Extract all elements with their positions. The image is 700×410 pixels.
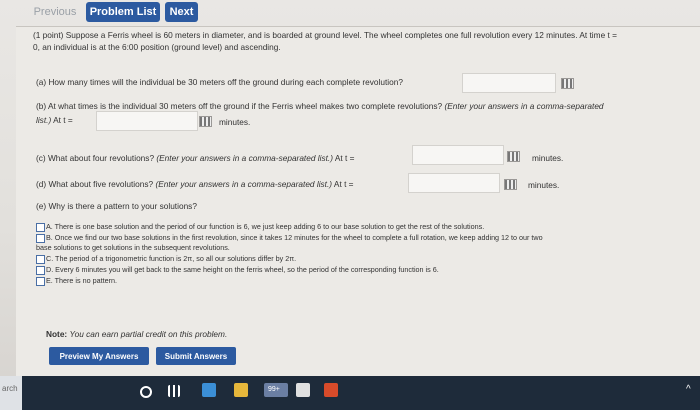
next-button[interactable]: Next <box>165 2 198 22</box>
preview-answers-button[interactable]: Preview My Answers <box>49 347 149 365</box>
problem-panel: (1 point) Suppose a Ferris wheel is 60 m… <box>16 26 700 377</box>
submit-answers-button[interactable]: Submit Answers <box>156 347 236 365</box>
store-icon[interactable] <box>296 383 310 397</box>
part-b-answer-input[interactable] <box>96 111 198 131</box>
cortana-icon[interactable] <box>140 386 152 398</box>
choice-a-checkbox[interactable] <box>36 223 45 232</box>
previous-button[interactable]: Previous <box>30 2 80 22</box>
part-c-at-t: At t = <box>334 153 355 163</box>
choice-d-label: D. Every 6 minutes you will get back to … <box>46 265 439 274</box>
part-c-unit: minutes. <box>532 153 564 163</box>
part-b-hint-end: list.) <box>36 115 52 125</box>
answer-palette-icon[interactable] <box>561 78 574 89</box>
part-b-at-t: At t = <box>53 115 73 125</box>
part-a-question: (a) How many times will the individual b… <box>36 77 403 87</box>
part-b-unit: minutes. <box>219 117 251 127</box>
part-b-hint: (Enter your answers in a comma-separated <box>444 101 604 111</box>
problem-text-line2: 0, an individual is at the 6:00 position… <box>33 42 281 52</box>
choice-b-checkbox[interactable] <box>36 234 45 243</box>
part-a-answer-input[interactable] <box>462 73 556 93</box>
choice-d-checkbox[interactable] <box>36 266 45 275</box>
answer-palette-icon[interactable] <box>507 151 520 162</box>
part-c-hint: (Enter your answers in a comma-separated… <box>156 153 333 163</box>
task-view-icon[interactable] <box>168 385 180 397</box>
webwork-page: Previous Problem List Next (1 point) Sup… <box>0 0 700 377</box>
mail-badge: 99+ <box>268 386 280 393</box>
answer-palette-icon[interactable] <box>504 179 517 190</box>
choice-e-checkbox[interactable] <box>36 277 45 286</box>
search-text: arch <box>2 384 18 393</box>
mail-icon[interactable]: 99+ <box>264 383 288 397</box>
choice-a-label: A. There is one base solution and the pe… <box>46 222 485 231</box>
choice-e-label: E. There is no pattern. <box>46 276 117 285</box>
choice-c-label: C. The period of a trigonometric functio… <box>46 254 297 263</box>
windows-taskbar: arch 99+ ^ <box>0 376 700 410</box>
part-d-unit: minutes. <box>528 180 560 190</box>
chevron-up-icon[interactable]: ^ <box>686 384 691 395</box>
note-text: You can earn partial credit on this prob… <box>69 329 228 339</box>
note-label: Note: <box>46 329 68 339</box>
part-d-answer-input[interactable] <box>408 173 500 193</box>
part-c-answer-input[interactable] <box>412 145 504 165</box>
choice-b-label: B. Once we find our two base solutions i… <box>46 233 543 242</box>
part-b-question: (b) At what times is the individual 30 m… <box>36 101 443 111</box>
part-c-question: (c) What about four revolutions? <box>36 153 155 163</box>
problem-list-button[interactable]: Problem List <box>86 2 160 22</box>
answer-palette-icon[interactable] <box>199 116 212 127</box>
office-icon[interactable] <box>324 383 338 397</box>
taskbar-search-box[interactable]: arch <box>0 376 22 410</box>
file-explorer-icon[interactable] <box>234 383 248 397</box>
part-d-at-t: At t = <box>333 179 354 189</box>
choice-c-checkbox[interactable] <box>36 255 45 264</box>
part-d-question: (d) What about five revolutions? <box>36 179 154 189</box>
problem-text-line1: (1 point) Suppose a Ferris wheel is 60 m… <box>33 30 617 40</box>
part-e-question: (e) Why is there a pattern to your solut… <box>36 201 197 211</box>
part-d-hint: (Enter your answers in a comma-separated… <box>155 179 333 189</box>
choice-b-label-cont: base solutions to get solutions in the s… <box>36 243 230 252</box>
edge-icon[interactable] <box>202 383 216 397</box>
